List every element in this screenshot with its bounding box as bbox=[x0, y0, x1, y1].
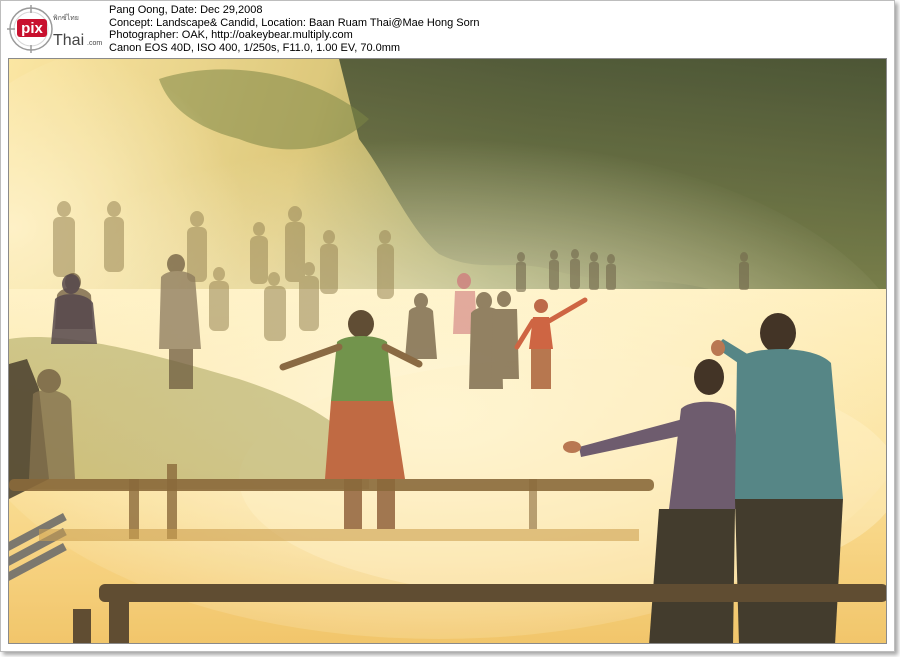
logo-brand-text: Thai bbox=[53, 32, 84, 49]
logo-pix-text: pix bbox=[21, 20, 43, 37]
photo bbox=[8, 58, 887, 644]
caption-concept-location: Concept: Landscape& Candid, Location: Ba… bbox=[109, 16, 480, 29]
caption-camera-settings: Canon EOS 40D, ISO 400, 1/250s, F11.0, 1… bbox=[109, 41, 401, 54]
pixthai-logo: pix พิกซ์ไทย Thai .com bbox=[7, 5, 103, 53]
image-frame: pix พิกซ์ไทย Thai .com Pang Oong, Date: … bbox=[0, 0, 895, 652]
caption-photographer: Photographer: OAK, http://oakeybear.mult… bbox=[109, 29, 353, 42]
caption-title-date: Pang Oong, Date: Dec 29,2008 bbox=[109, 4, 263, 16]
logo-thai-script: พิกซ์ไทย bbox=[53, 13, 79, 22]
logo-suffix-text: .com bbox=[87, 40, 102, 47]
photo-info: Pang Oong, Date: Dec 29,2008 Concept: La… bbox=[109, 4, 480, 54]
caption-header: pix พิกซ์ไทย Thai .com Pang Oong, Date: … bbox=[1, 1, 894, 57]
